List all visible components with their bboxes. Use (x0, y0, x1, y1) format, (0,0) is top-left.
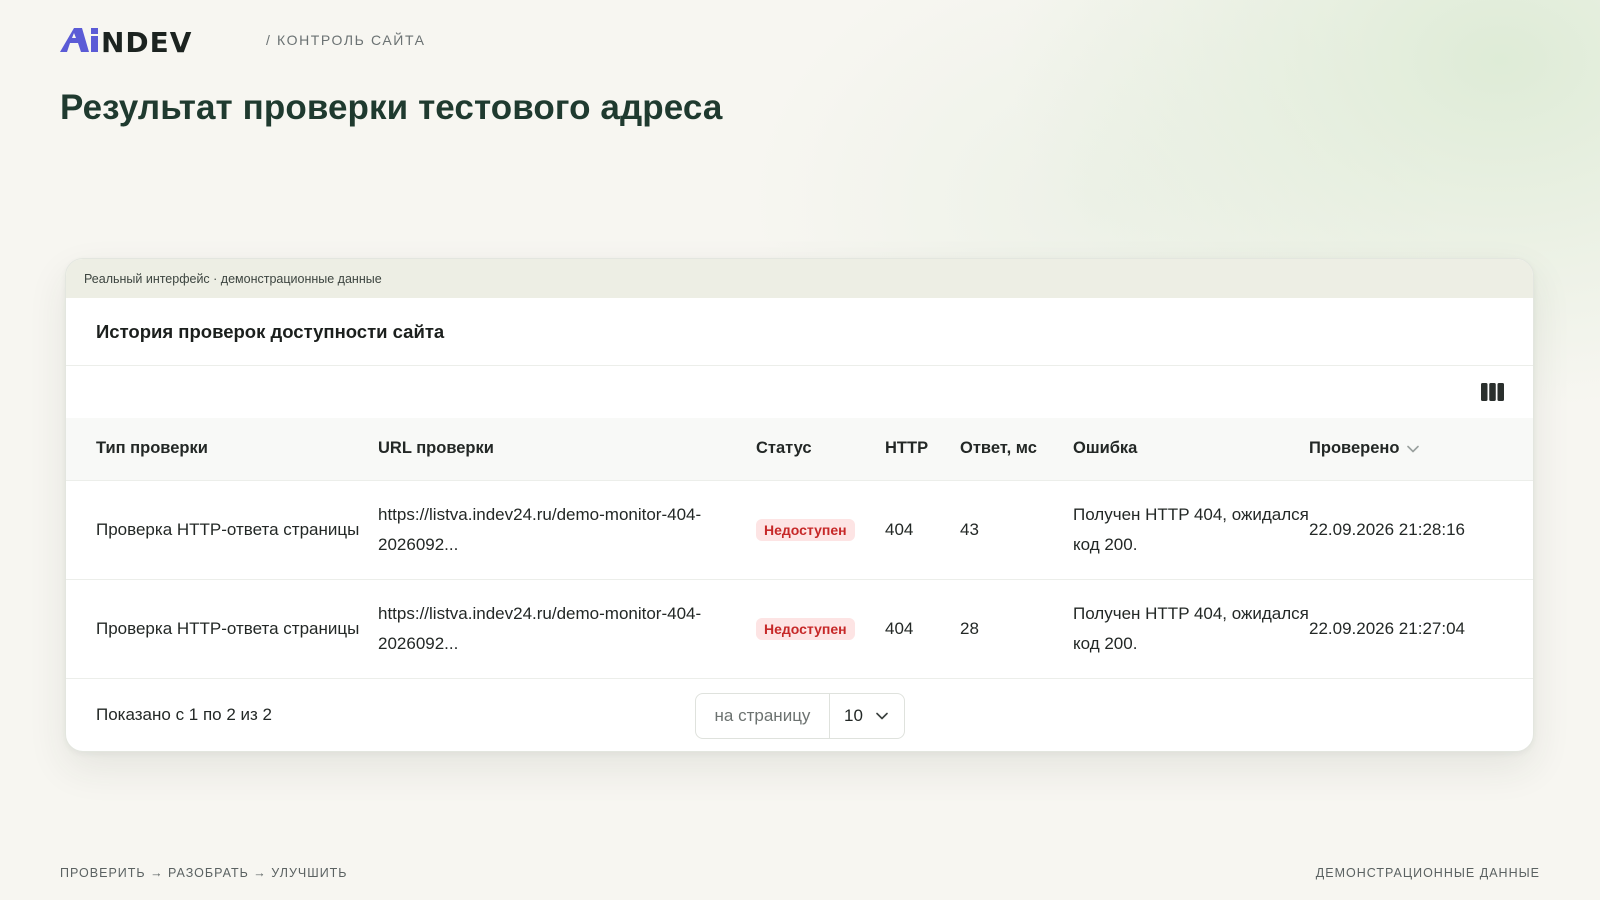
cell-error: Получен HTTP 404, ожидался код 200. (1073, 504, 1309, 554)
logo[interactable]: NDEV (60, 24, 238, 56)
table-row[interactable]: Проверка HTTP-ответа страницы https://li… (66, 579, 1533, 678)
checks-card: Реальный интерфейс · демонстрационные да… (65, 258, 1534, 752)
pagination-summary: Показано с 1 по 2 из 2 (96, 704, 272, 724)
col-header-checked[interactable]: Проверено (1309, 418, 1533, 480)
cell-type: Проверка HTTP-ответа страницы (96, 618, 360, 638)
per-page-select[interactable]: 10 (830, 694, 904, 738)
svg-text:NDEV: NDEV (101, 26, 192, 54)
per-page-value: 10 (844, 705, 863, 725)
page-title: Результат проверки тестового адреса (60, 88, 723, 127)
cell-url[interactable]: https://listva.indev24.ru/demo-monitor-4… (378, 579, 756, 678)
table-footer: Показано с 1 по 2 из 2 на страницу 10 (66, 679, 1533, 751)
table-row[interactable]: Проверка HTTP-ответа страницы https://li… (66, 480, 1533, 579)
strip-text: Реальный интерфейс · демонстрационные да… (84, 271, 382, 286)
cell-http: 404 (885, 618, 914, 638)
logo-mark: NDEV (60, 26, 192, 54)
card-header: История проверок доступности сайта (66, 298, 1533, 366)
card-strip: Реальный интерфейс · демонстрационные да… (66, 259, 1533, 298)
cell-response: 28 (960, 618, 979, 638)
cell-type: Проверка HTTP-ответа страницы (96, 519, 360, 539)
table-toolbar (66, 366, 1533, 418)
status-badge: Недоступен (756, 617, 855, 640)
cell-status: Недоступен (756, 480, 885, 579)
cell-error: Получен HTTP 404, ожидался код 200. (1073, 603, 1309, 653)
col-header-status[interactable]: Статус (756, 418, 885, 480)
col-header-checked-label: Проверено (1309, 439, 1400, 458)
cell-response: 43 (960, 519, 979, 539)
col-header-url[interactable]: URL проверки (378, 418, 756, 480)
col-header-http[interactable]: HTTP (885, 418, 960, 480)
chevron-down-icon (1407, 445, 1420, 453)
cell-url[interactable]: https://listva.indev24.ru/demo-monitor-4… (378, 480, 756, 579)
cell-http: 404 (885, 519, 914, 539)
col-header-type[interactable]: Тип проверки (66, 418, 378, 480)
col-header-response[interactable]: Ответ, мс (960, 418, 1073, 480)
columns-icon (1480, 383, 1504, 401)
col-header-error[interactable]: Ошибка (1073, 418, 1309, 480)
cell-checked: 22.09.2026 21:28:16 (1309, 519, 1465, 539)
per-page-label: на страницу (696, 693, 830, 738)
card-title: История проверок доступности сайта (96, 320, 445, 342)
breadcrumb[interactable]: / КОНТРОЛЬ САЙТА (266, 32, 426, 48)
status-badge: Недоступен (756, 518, 855, 541)
checks-table: Тип проверки URL проверки Статус HTTP От… (66, 418, 1533, 679)
cell-status: Недоступен (756, 579, 885, 678)
per-page-control: на страницу 10 (695, 692, 905, 739)
columns-button[interactable] (1479, 381, 1505, 403)
brand: NDEV / КОНТРОЛЬ САЙТА (60, 24, 426, 56)
cell-checked: 22.09.2026 21:27:04 (1309, 618, 1465, 638)
footer-tagline: ПРОВЕРИТЬ → РАЗОБРАТЬ → УЛУЧШИТЬ (60, 866, 348, 880)
footer-demo-note: ДЕМОНСТРАЦИОННЫЕ ДАННЫЕ (1315, 866, 1540, 880)
table-header-row: Тип проверки URL проверки Статус HTTP От… (66, 418, 1533, 480)
chevron-down-icon (876, 712, 888, 719)
